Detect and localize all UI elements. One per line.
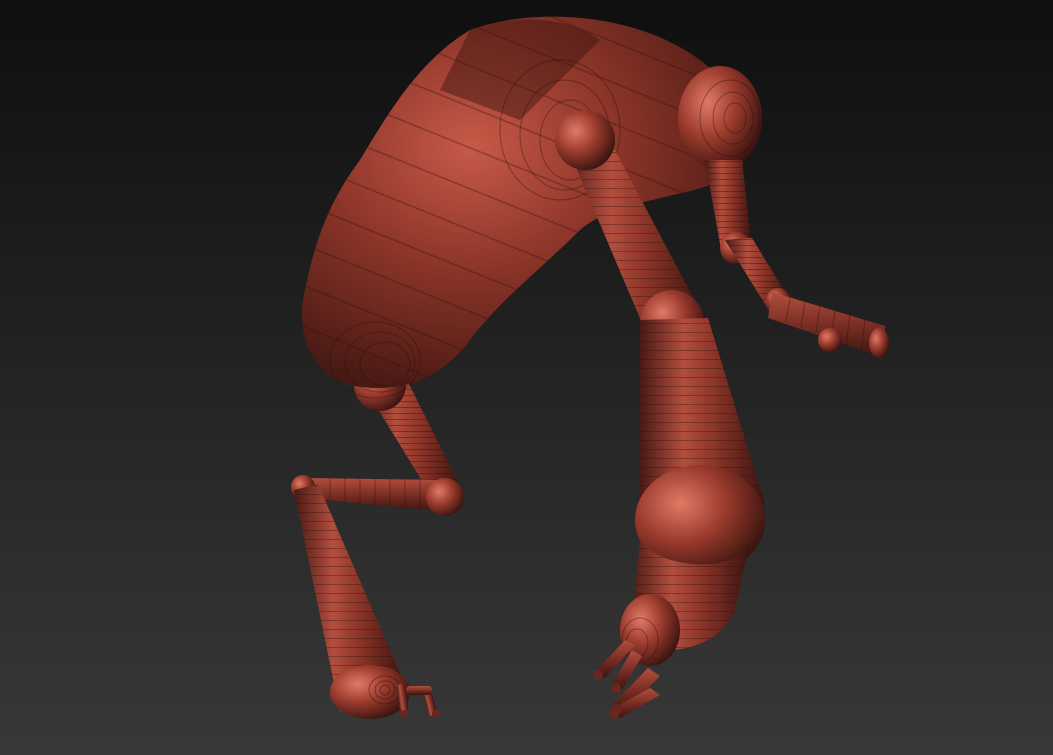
head <box>678 66 762 170</box>
3d-viewport[interactable] <box>0 0 1053 755</box>
viewport-canvas[interactable] <box>0 0 1053 755</box>
